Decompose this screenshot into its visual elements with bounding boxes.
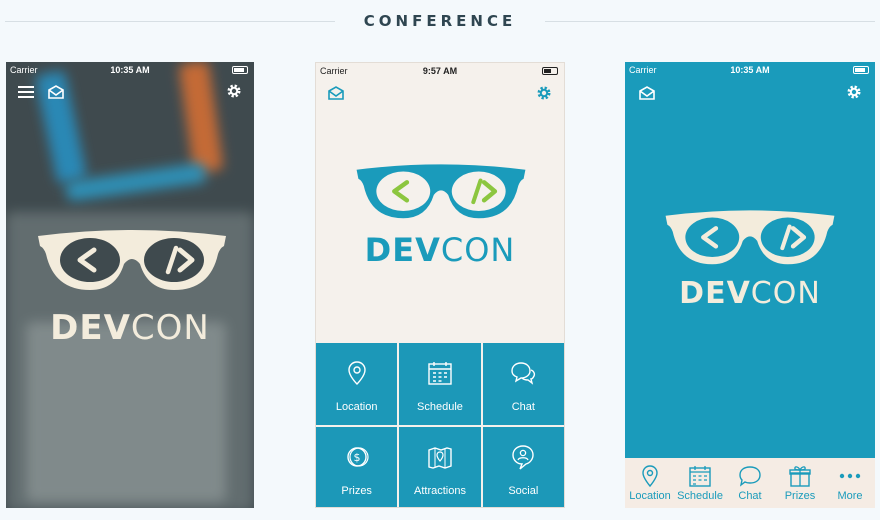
menu-item-chat[interactable]: Chat — [482, 343, 564, 425]
glasses-logo — [662, 208, 838, 272]
mail-icon[interactable] — [637, 83, 657, 103]
more-dots-icon — [838, 464, 862, 488]
tab-more[interactable]: More — [825, 458, 875, 508]
calendar-icon — [426, 359, 454, 387]
section-header: CONFERENCE — [0, 0, 880, 44]
chat-bubbles-icon — [509, 359, 537, 387]
tab-label: More — [837, 490, 863, 502]
menu-item-social[interactable]: Social — [482, 427, 564, 507]
header-divider-right — [545, 21, 875, 22]
gear-icon[interactable] — [844, 82, 864, 102]
mail-icon[interactable] — [46, 82, 66, 102]
battery-icon — [542, 67, 558, 75]
wordmark-dev: DEV — [50, 308, 131, 348]
background-photo-orange-marker — [178, 62, 224, 174]
tab-prizes[interactable]: Prizes — [775, 458, 825, 508]
menu-item-label: Chat — [511, 401, 535, 413]
devcon-wordmark: DEVCON — [316, 231, 564, 269]
status-bar: Carrier 10:35 AM — [6, 62, 254, 78]
menu-grid: Location Schedule Chat $ Prizes Attracti… — [316, 343, 564, 507]
glasses-logo — [353, 161, 529, 227]
devcon-wordmark: DEVCON — [6, 308, 254, 348]
gear-icon[interactable] — [534, 83, 554, 103]
wordmark-con: CON — [440, 231, 516, 269]
status-time: 9:57 AM — [422, 66, 458, 76]
status-bar: Carrier 10:35 AM — [625, 62, 875, 78]
tab-schedule[interactable]: Schedule — [675, 458, 725, 508]
glasses-logo — [34, 228, 230, 298]
menu-item-location[interactable]: Location — [316, 343, 398, 425]
tab-label: Chat — [738, 490, 762, 502]
location-pin-icon — [638, 464, 662, 488]
menu-item-label: Social — [508, 485, 539, 497]
mail-icon[interactable] — [326, 83, 346, 103]
devcon-wordmark: DEVCON — [625, 276, 875, 311]
gear-icon[interactable] — [224, 81, 244, 101]
social-user-icon — [509, 443, 537, 471]
menu-item-label: Location — [335, 401, 378, 413]
menu-item-label: Attractions — [414, 485, 466, 497]
wordmark-dev: DEV — [679, 276, 751, 311]
tab-chat[interactable]: Chat — [725, 458, 775, 508]
battery-icon — [232, 66, 248, 74]
background-photo-notebook — [26, 322, 226, 502]
location-pin-icon — [343, 359, 371, 387]
tab-bar: Location Schedule Chat Prizes More — [625, 458, 875, 508]
coin-icon: $ — [343, 443, 371, 471]
menu-item-label: Prizes — [341, 485, 372, 497]
status-time: 10:35 AM — [730, 65, 770, 75]
menu-item-attractions[interactable]: Attractions — [399, 427, 481, 507]
background-photo-blue-bar — [65, 162, 207, 202]
tab-label: Location — [629, 490, 671, 502]
phone-screen-teal: Carrier 10:35 AM DEVCON Location Schedul… — [625, 62, 875, 508]
tab-label: Prizes — [784, 490, 816, 502]
svg-text:$: $ — [353, 451, 360, 464]
phone-screen-grid: Carrier 9:57 AM DEVCON Location Schedule… — [315, 62, 565, 508]
calendar-icon — [688, 464, 712, 488]
menu-item-schedule[interactable]: Schedule — [399, 343, 481, 425]
status-bar: Carrier 9:57 AM — [316, 63, 564, 79]
tab-location[interactable]: Location — [625, 458, 675, 508]
chat-bubble-icon — [738, 464, 762, 488]
phone-screen-dark: Carrier 10:35 AM DEVCON — [6, 62, 254, 508]
wordmark-con: CON — [130, 308, 210, 348]
tab-label: Schedule — [677, 490, 723, 502]
wordmark-con: CON — [750, 276, 821, 311]
menu-icon[interactable] — [16, 82, 36, 102]
battery-icon — [853, 66, 869, 74]
menu-item-label: Schedule — [417, 401, 463, 413]
gift-icon — [788, 464, 812, 488]
wordmark-dev: DEV — [364, 231, 441, 269]
status-time: 10:35 AM — [110, 65, 150, 75]
map-icon — [426, 443, 454, 471]
menu-item-prizes[interactable]: $ Prizes — [316, 427, 398, 507]
